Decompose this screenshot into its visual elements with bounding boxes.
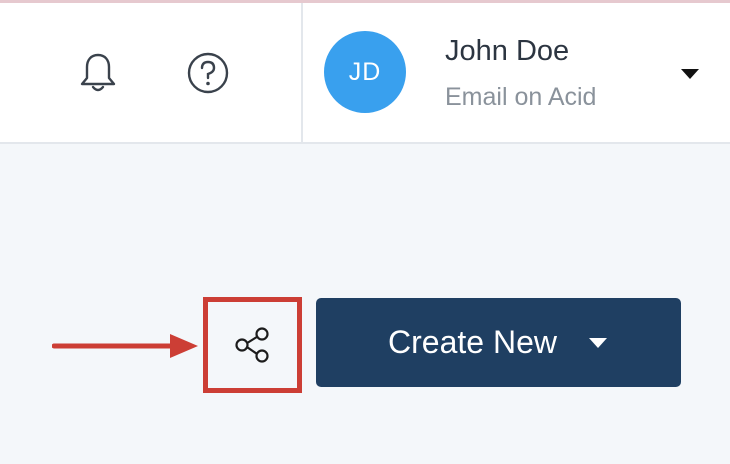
create-new-button[interactable]: Create New bbox=[316, 298, 681, 387]
question-circle-icon bbox=[187, 52, 229, 94]
caret-down-icon[interactable] bbox=[678, 66, 702, 82]
top-header: JD John Doe Email on Acid bbox=[0, 3, 730, 144]
bell-icon bbox=[80, 53, 116, 92]
avatar: JD bbox=[324, 31, 406, 113]
share-button-inner bbox=[209, 303, 296, 387]
user-organization: Email on Acid bbox=[445, 83, 597, 111]
user-name: John Doe bbox=[445, 35, 570, 67]
create-new-label: Create New bbox=[388, 324, 557, 360]
account-menu[interactable]: JD John Doe Email on Acid bbox=[303, 3, 730, 144]
notifications-button[interactable] bbox=[76, 51, 120, 95]
share-button[interactable] bbox=[203, 297, 302, 393]
annotation-arrow bbox=[52, 334, 198, 358]
avatar-initials: JD bbox=[348, 57, 382, 86]
share-icon bbox=[234, 327, 269, 363]
help-button[interactable] bbox=[186, 51, 230, 95]
caret-down-icon bbox=[588, 337, 607, 348]
